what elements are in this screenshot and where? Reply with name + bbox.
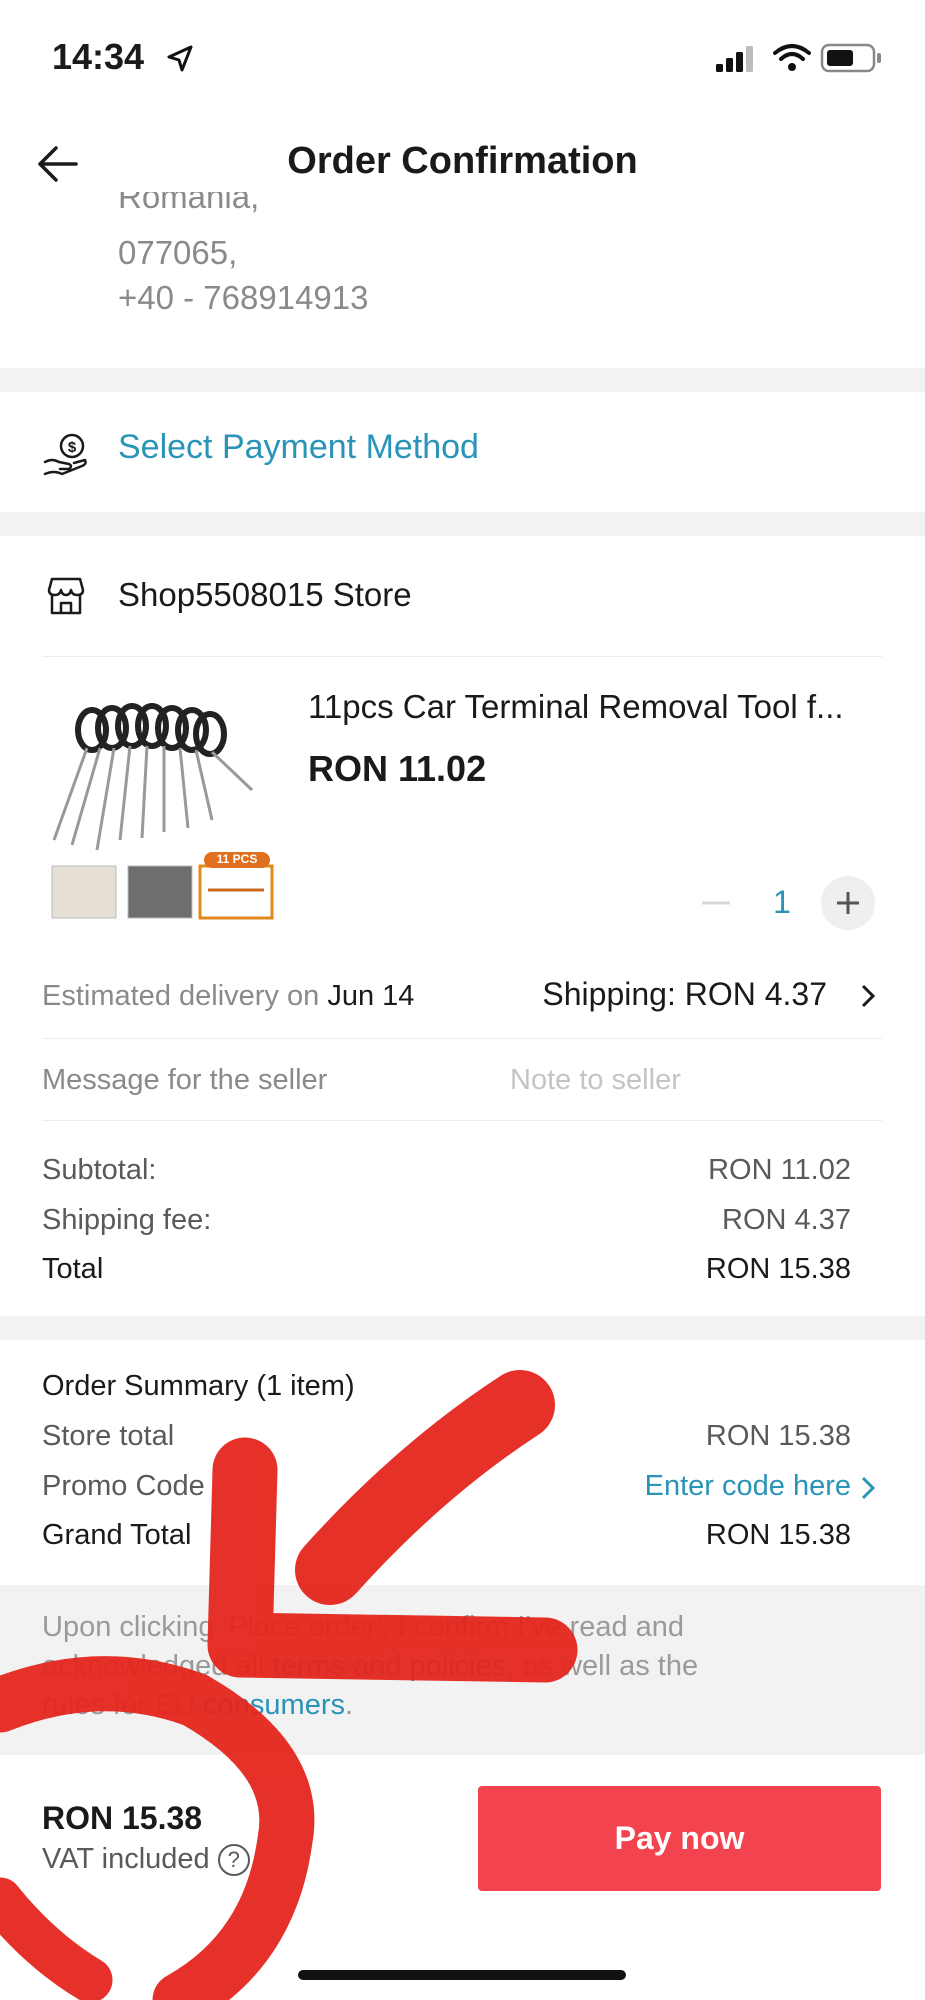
address-phone: +40 - 768914913	[118, 279, 369, 316]
vat-label: VAT included	[42, 1843, 210, 1875]
order-summary-title: Order Summary (1 item)	[42, 1370, 355, 1402]
product-image[interactable]	[42, 690, 282, 920]
payment-hand-coin-icon: $	[43, 433, 87, 476]
delivery-estimate-date: Jun 14	[327, 980, 415, 1012]
store-icon	[47, 577, 85, 615]
terms-line-3-end: .	[345, 1689, 354, 1721]
note-to-seller-input[interactable]: Note to seller	[510, 1064, 681, 1097]
terms-line-1: Upon clicking 'Place order', I confirm I…	[42, 1611, 685, 1643]
product-price: RON 11.02	[308, 748, 487, 789]
store-total-value: RON 15.38	[705, 1420, 851, 1452]
promo-code-label: Promo Code	[42, 1470, 205, 1502]
divider	[42, 656, 882, 657]
shipping-fee-label: Shipping fee:	[42, 1204, 212, 1236]
status-time: 14:34	[52, 36, 145, 77]
footer-total-price: RON 15.38	[42, 1800, 203, 1836]
enter-promo-code-link[interactable]: Enter code here	[645, 1470, 851, 1503]
pcs-badge: 11 PCS	[216, 852, 258, 866]
section-separator	[0, 368, 925, 392]
grand-total-label: Grand Total	[42, 1519, 192, 1551]
plus-icon	[837, 892, 859, 914]
chevron-right-icon[interactable]	[858, 1474, 878, 1502]
terms-line-2: acknowledged all terms and policies, as …	[42, 1647, 862, 1686]
address-clip: Romania,	[0, 192, 925, 222]
select-payment-method-link[interactable]: Select Payment Method	[118, 428, 479, 467]
eu-consumers-link[interactable]: consumers	[203, 1689, 345, 1721]
home-indicator	[298, 1970, 626, 1980]
grand-total-value: RON 15.38	[705, 1519, 851, 1551]
total-value: RON 15.38	[705, 1253, 851, 1285]
payment-method-row[interactable]: $ Select Payment Method	[0, 392, 925, 512]
status-bar: 14:34	[0, 0, 925, 110]
store-name[interactable]: Shop5508015 Store	[118, 576, 412, 614]
delivery-estimate: Estimated delivery on Jun 14	[42, 980, 414, 1013]
increase-quantity-button[interactable]	[821, 876, 875, 930]
cellular-signal-icon	[716, 46, 753, 72]
pay-now-button[interactable]: Pay now	[478, 1786, 881, 1891]
shipping-fee-value: RON 4.37	[722, 1204, 851, 1236]
terms-line-2-text: acknowledged all	[42, 1650, 273, 1682]
terms-and-policies-link[interactable]: terms and policies	[273, 1650, 507, 1682]
product-title[interactable]: 11pcs Car Terminal Removal Tool f...	[308, 688, 844, 726]
svg-text:$: $	[68, 439, 77, 456]
quantity-value[interactable]: 1	[762, 884, 802, 921]
decrease-quantity-icon[interactable]	[696, 886, 736, 920]
terms-line-3-text: rules for EU	[42, 1689, 204, 1721]
divider	[42, 1038, 882, 1039]
delivery-estimate-label: Estimated delivery on	[42, 980, 320, 1012]
vat-help-icon[interactable]: ?	[217, 1844, 250, 1877]
terms-line-3: rules for EU consumers.	[42, 1686, 862, 1725]
shipping-option[interactable]: Shipping: RON 4.37	[542, 976, 827, 1013]
subtotal-label: Subtotal:	[42, 1154, 157, 1186]
battery-icon	[820, 43, 881, 73]
location-arrow-icon	[167, 45, 193, 72]
address-country: Romania,	[118, 192, 260, 215]
section-separator	[0, 1316, 925, 1340]
vat-note: VAT included ?	[42, 1843, 250, 1877]
total-label: Total	[42, 1253, 104, 1285]
subtotal-value: RON 11.02	[708, 1154, 851, 1186]
page-title: Order Confirmation	[287, 140, 638, 182]
terms-text: Upon clicking 'Place order', I confirm I…	[42, 1608, 862, 1725]
wifi-icon	[773, 44, 811, 71]
section-separator	[0, 512, 925, 536]
message-label: Message for the seller	[42, 1064, 328, 1096]
address-postcode: 077065,	[118, 234, 238, 271]
divider	[42, 1120, 882, 1121]
store-total-label: Store total	[42, 1420, 175, 1452]
terms-line-2-end: , as well as the	[506, 1650, 699, 1682]
chevron-right-icon[interactable]	[858, 982, 878, 1010]
